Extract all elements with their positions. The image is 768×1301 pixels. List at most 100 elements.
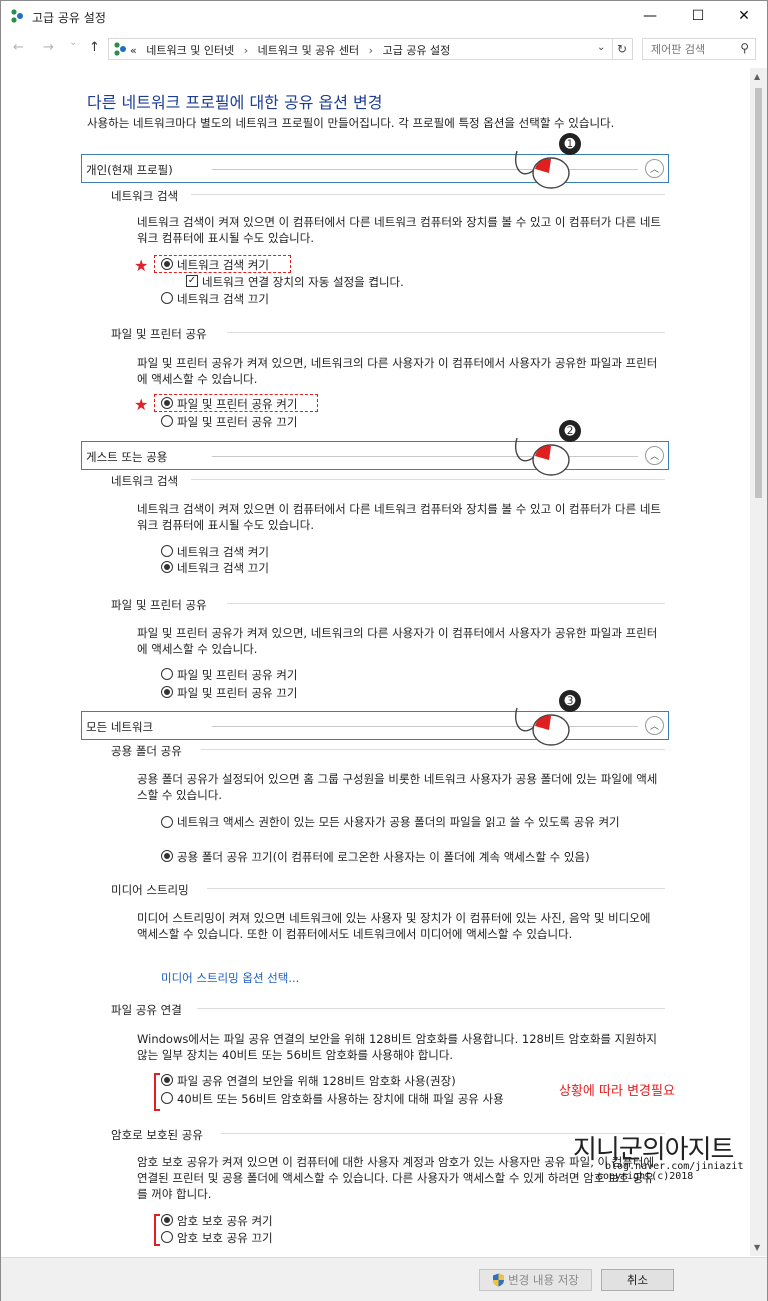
guest-sharing-off-option[interactable]: 파일 및 프린터 공유 끄기 xyxy=(161,685,297,701)
radio-selected[interactable] xyxy=(161,850,173,862)
recent-locations-button[interactable]: ⌄ xyxy=(69,37,77,48)
cancel-button[interactable]: 취소 xyxy=(601,1269,674,1291)
private-discovery-desc: 네트워크 검색이 켜져 있으면 이 컴퓨터에서 다른 네트워크 컴퓨터와 장치를… xyxy=(137,215,662,245)
window-title: 고급 공유 설정 xyxy=(32,11,106,25)
up-button[interactable]: ↑ xyxy=(89,40,100,55)
maximize-icon: ☐ xyxy=(691,8,705,24)
close-icon: ✕ xyxy=(738,8,750,24)
save-changes-label: 변경 내용 저장 xyxy=(508,1273,579,1287)
collapse-chevron-icon[interactable]: ︿ xyxy=(645,159,664,178)
forward-button[interactable]: → xyxy=(43,40,54,55)
password-on-option[interactable]: 암호 보호 공유 켜기 xyxy=(161,1213,273,1229)
guest-sharing-title: 파일 및 프린터 공유 xyxy=(111,598,207,612)
radio-unselected[interactable] xyxy=(161,1231,173,1243)
cancel-label: 취소 xyxy=(626,1273,649,1287)
radio-selected[interactable] xyxy=(161,258,173,270)
radio-unselected[interactable] xyxy=(161,545,173,557)
address-dropdown-icon[interactable]: ⌄ xyxy=(597,42,605,53)
back-button[interactable]: ← xyxy=(13,40,24,55)
search-input[interactable] xyxy=(651,40,736,58)
password-title: 암호로 보호된 공유 xyxy=(111,1128,203,1142)
radio-unselected[interactable] xyxy=(161,292,173,304)
public-folder-on-option[interactable]: 네트워크 액세스 권한이 있는 모든 사용자가 공용 폴더의 파일을 읽고 쓸 … xyxy=(161,815,661,830)
collapse-chevron-icon[interactable]: ︿ xyxy=(645,446,664,465)
private-sharing-on-option[interactable]: 파일 및 프린터 공유 켜기 xyxy=(161,396,297,412)
search-icon[interactable]: ⚲ xyxy=(740,41,749,55)
radio-unselected[interactable] xyxy=(161,415,173,427)
breadcrumb-separator[interactable]: › xyxy=(244,44,248,57)
search-box[interactable]: ⚲ xyxy=(642,38,756,60)
refresh-button[interactable]: ↻ xyxy=(612,38,633,60)
private-discovery-on-option[interactable]: 네트워크 검색 켜기 xyxy=(161,257,269,273)
breadcrumb-advanced-sharing[interactable]: 고급 공유 설정 xyxy=(383,44,451,57)
public-folder-off-option[interactable]: 공용 폴더 공유 끄기(이 컴퓨터에 로그온한 사용자는 이 폴더에 계속 액세… xyxy=(161,849,590,865)
divider xyxy=(201,749,665,750)
section-private-label: 개인(현재 프로필) xyxy=(86,163,173,177)
file-conn-128-option[interactable]: 파일 공유 연결의 보안을 위해 128비트 암호화 사용(권장) xyxy=(161,1073,456,1089)
refresh-icon: ↻ xyxy=(616,42,628,56)
scroll-thumb[interactable] xyxy=(755,88,762,498)
section-guest-header[interactable]: 게스트 또는 공용 ︿ xyxy=(81,441,669,470)
radio-selected[interactable] xyxy=(161,561,173,573)
vertical-scrollbar[interactable]: ▲ ▼ xyxy=(750,68,767,1256)
title-bar: 고급 공유 설정 — ☐ ✕ xyxy=(1,1,767,31)
guest-sharing-off-label: 파일 및 프린터 공유 끄기 xyxy=(177,686,298,700)
guest-discovery-off-option[interactable]: 네트워크 검색 끄기 xyxy=(161,560,269,576)
divider xyxy=(197,1008,665,1009)
breadcrumb-separator[interactable]: › xyxy=(369,44,373,57)
guest-sharing-on-option[interactable]: 파일 및 프린터 공유 켜기 xyxy=(161,667,297,683)
annotation-note: 상황에 따라 변경필요 xyxy=(559,1084,675,1099)
guest-discovery-desc: 네트워크 검색이 켜져 있으면 이 컴퓨터에서 다른 네트워크 컴퓨터와 장치를… xyxy=(137,502,662,532)
private-auto-setup-option[interactable]: ✓ 네트워크 연결 장치의 자동 설정을 켭니다. xyxy=(186,274,404,290)
radio-unselected[interactable] xyxy=(161,1092,173,1104)
guest-discovery-on-option[interactable]: 네트워크 검색 켜기 xyxy=(161,544,269,560)
radio-selected[interactable] xyxy=(161,686,173,698)
private-discovery-title: 네트워크 검색 xyxy=(111,189,179,203)
network-app-icon xyxy=(11,9,23,23)
section-all-header[interactable]: 모든 네트워크 ︿ xyxy=(81,711,669,740)
radio-unselected[interactable] xyxy=(161,668,173,680)
maximize-button[interactable]: ☐ xyxy=(675,1,721,31)
radio-selected[interactable] xyxy=(161,1074,173,1086)
private-sharing-off-label: 파일 및 프린터 공유 끄기 xyxy=(177,415,298,429)
divider xyxy=(227,332,665,333)
scroll-down-icon[interactable]: ▼ xyxy=(754,1243,760,1252)
breadcrumb-network-internet[interactable]: 네트워크 및 인터넷 xyxy=(146,44,234,57)
breadcrumb-network-sharing-center[interactable]: 네트워크 및 공유 센터 xyxy=(258,44,360,57)
radio-selected[interactable] xyxy=(161,1214,173,1226)
media-desc: 미디어 스트리밍이 켜져 있으면 네트워크에 있는 사용자 및 장치가 이 컴퓨… xyxy=(137,911,651,941)
private-auto-setup-label: 네트워크 연결 장치의 자동 설정을 켭니다. xyxy=(202,275,404,289)
radio-unselected[interactable] xyxy=(161,816,173,828)
private-sharing-on-label: 파일 및 프린터 공유 켜기 xyxy=(177,397,298,411)
section-guest-label: 게스트 또는 공용 xyxy=(86,450,168,464)
guest-discovery-off-label: 네트워크 검색 끄기 xyxy=(177,561,269,575)
uac-shield-icon xyxy=(493,1273,505,1287)
media-options-link[interactable]: 미디어 스트리밍 옵션 선택... xyxy=(161,970,299,986)
file-conn-128-label: 파일 공유 연결의 보안을 위해 128비트 암호화 사용(권장) xyxy=(177,1074,456,1088)
scroll-up-icon[interactable]: ▲ xyxy=(754,72,760,81)
minimize-button[interactable]: — xyxy=(627,1,673,31)
private-sharing-off-option[interactable]: 파일 및 프린터 공유 끄기 xyxy=(161,414,297,430)
window: 고급 공유 설정 — ☐ ✕ ← → ⌄ ↑ « 네트워크 및 인터넷 › 네트… xyxy=(0,0,768,1301)
section-private-header[interactable]: 개인(현재 프로필) ︿ xyxy=(81,154,669,183)
media-title: 미디어 스트리밍 xyxy=(111,883,189,897)
collapse-chevron-icon[interactable]: ︿ xyxy=(645,716,664,735)
highlight-bracket xyxy=(154,1073,160,1111)
section-all-label: 모든 네트워크 xyxy=(86,720,154,734)
settings-content: 다른 네트워크 프로필에 대한 공유 옵션 변경 사용하는 네트워크마다 별도의… xyxy=(1,67,749,1257)
private-discovery-off-option[interactable]: 네트워크 검색 끄기 xyxy=(161,291,269,307)
mouse-click-icon xyxy=(515,150,570,189)
highlight-star-icon: ★ xyxy=(134,256,149,275)
intro-text: 사용하는 네트워크마다 별도의 네트워크 프로필이 만들어집니다. 각 프로필에… xyxy=(87,116,615,130)
close-button[interactable]: ✕ xyxy=(721,1,767,31)
breadcrumb-overflow[interactable]: « xyxy=(130,44,137,57)
radio-selected[interactable] xyxy=(161,397,173,409)
save-changes-button[interactable]: 변경 내용 저장 xyxy=(479,1269,592,1291)
file-conn-desc: Windows에서는 파일 공유 연결의 보안을 위해 128비트 암호화를 사… xyxy=(137,1032,657,1062)
file-conn-40-option[interactable]: 40비트 또는 56비트 암호화를 사용하는 장치에 대해 파일 공유 사용 xyxy=(161,1091,504,1107)
password-off-option[interactable]: 암호 보호 공유 끄기 xyxy=(161,1230,273,1246)
public-folder-desc: 공용 폴더 공유가 설정되어 있으면 홈 그룹 구성원을 비롯한 네트워크 사용… xyxy=(137,772,658,802)
network-location-icon xyxy=(114,42,126,56)
password-off-label: 암호 보호 공유 끄기 xyxy=(177,1231,273,1245)
checkbox-checked[interactable]: ✓ xyxy=(186,275,198,287)
